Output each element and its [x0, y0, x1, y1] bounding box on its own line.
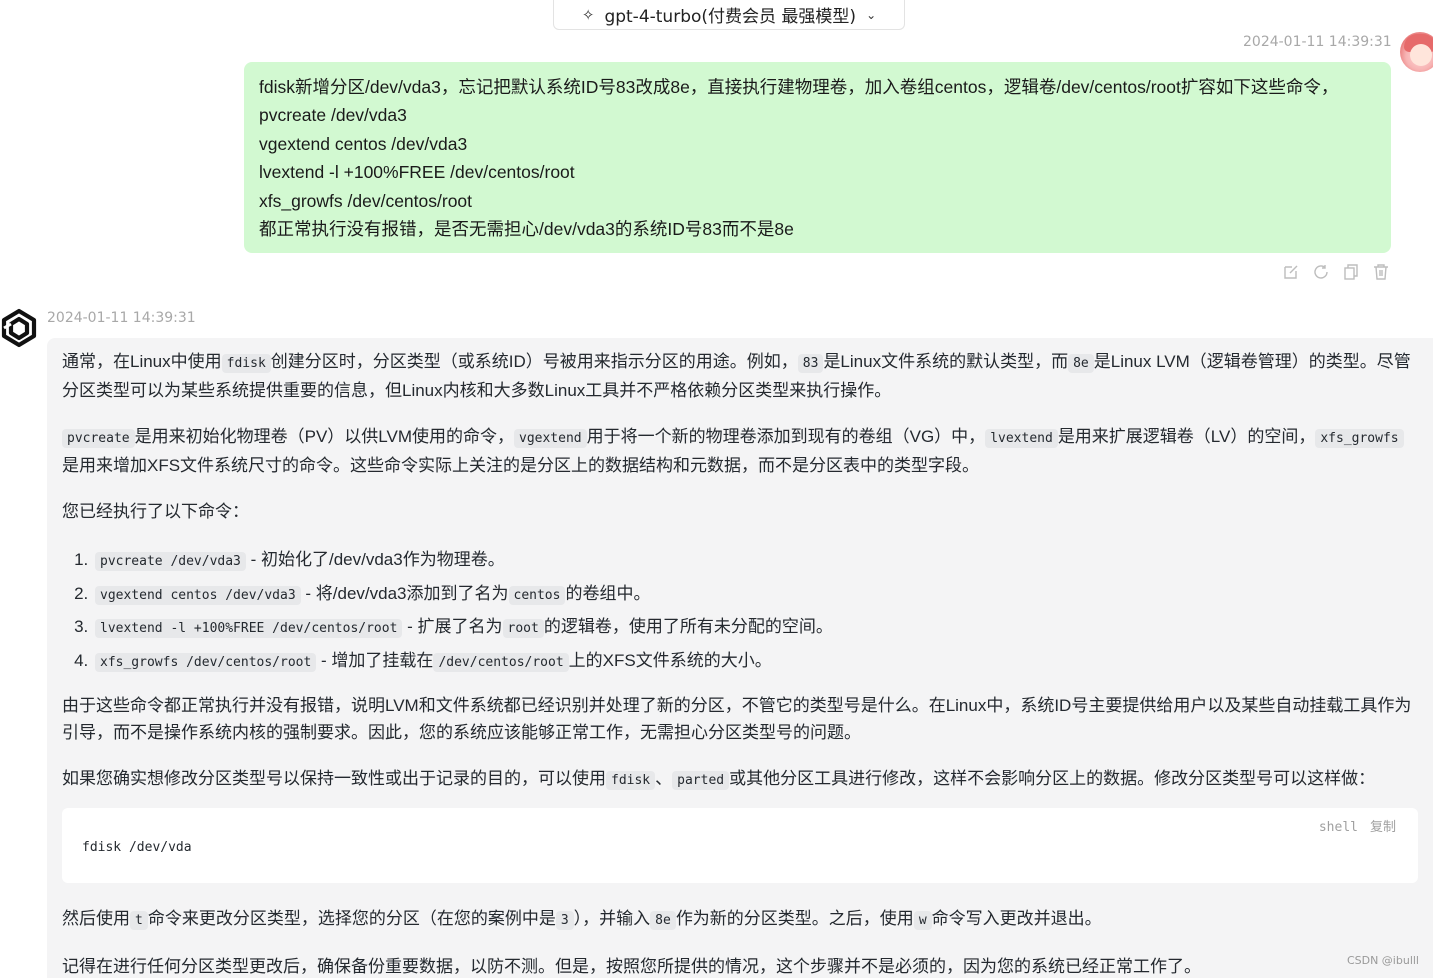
- inline-code: vgextend: [514, 429, 587, 448]
- copy-icon[interactable]: [1342, 263, 1360, 281]
- text: 作为新的分区类型。之后，使用: [675, 909, 914, 928]
- user-message-timestamp: 2024-01-11 14:39:31: [1243, 34, 1392, 50]
- inline-code: 8e: [1068, 354, 1094, 373]
- text: 通常，在Linux中使用: [62, 352, 222, 371]
- text: 命令来更改分区类型，选择您的分区（在您的案例中是: [147, 909, 556, 928]
- inline-code: 83: [797, 354, 824, 373]
- edit-icon[interactable]: [1282, 263, 1300, 281]
- model-label: gpt-4-turbo(付费会员 最强模型): [604, 7, 857, 27]
- text: 是用来初始化物理卷（PV）以供LVM使用的命令，: [134, 427, 514, 446]
- inline-code: t: [130, 911, 148, 930]
- user-message-line: 都正常执行没有报错，是否无需担心/dev/vda3的系统ID号83而不是8e: [259, 219, 794, 240]
- inline-code: 3: [555, 911, 574, 930]
- code-content: fdisk /dev/vda: [82, 840, 192, 855]
- model-selector[interactable]: ✧ gpt-4-turbo(付费会员 最强模型) ⌄: [553, 0, 905, 30]
- inline-code: xfs_growfs: [1315, 429, 1404, 448]
- text: - 将/dev/vda3添加到了名为: [300, 583, 509, 603]
- text: 然后使用: [62, 909, 130, 928]
- paragraph: 然后使用 t 命令来更改分区类型，选择您的分区（在您的案例中是 3 ），并输入 8e 作为新…: [62, 905, 1418, 934]
- text: 创建分区时，分区类型（或系统ID）号被用来指示分区的用途。例如，: [270, 352, 798, 371]
- text: 是用来扩展逻辑卷（LV）的空间，: [1057, 427, 1316, 446]
- refresh-icon[interactable]: [1312, 263, 1330, 281]
- text: 是用来增加XFS文件系统尺寸的命令。这些命令实际上关注的是分区上的数据结构和元数…: [62, 456, 980, 475]
- text: 命令写入更改并退出。: [931, 909, 1102, 928]
- inline-code: fdisk: [606, 771, 656, 790]
- assistant-message-timestamp: 2024-01-11 14:39:31: [47, 310, 196, 326]
- copy-code-button[interactable]: 复制: [1370, 819, 1396, 834]
- inline-code: fdisk: [221, 354, 271, 373]
- text: 用于将一个新的物理卷添加到现有的卷组（VG）中，: [586, 427, 986, 446]
- user-message-line: lvextend -l +100%FREE /dev/centos/root: [259, 162, 575, 183]
- text: 的逻辑卷，使用了所有未分配的空间。: [543, 617, 833, 636]
- text: - 增加了挂载在: [316, 650, 434, 670]
- list-item: pvcreate /dev/vda3 - 初始化了/dev/vda3作为物理卷。: [93, 544, 1418, 578]
- text: 、: [655, 769, 673, 788]
- delete-icon[interactable]: [1372, 263, 1390, 281]
- inline-code: pvcreate: [62, 429, 135, 448]
- list-item: xfs_growfs /dev/centos/root - 增加了挂载在/dev…: [93, 645, 1418, 679]
- user-message-line: vgextend centos /dev/vda3: [259, 133, 468, 154]
- code-block: shell 复制 fdisk /dev/vda: [62, 808, 1418, 883]
- watermark: CSDN @ibulll: [1346, 954, 1419, 967]
- paragraph: 由于这些命令都正常执行并没有报错，说明LVM和文件系统都已经识别并处理了新的分区…: [62, 696, 1412, 742]
- inline-code: lvextend: [985, 429, 1058, 448]
- inline-code: pvcreate /dev/vda3: [95, 552, 246, 571]
- list-item: lvextend -l +100%FREE /dev/centos/root -…: [93, 611, 1418, 645]
- chevron-down-icon: ⌄: [866, 7, 877, 22]
- paragraph: 您已经执行了以下命令：: [62, 502, 249, 521]
- command-list: pvcreate /dev/vda3 - 初始化了/dev/vda3作为物理卷。…: [62, 544, 1418, 678]
- code-block-toolbar: shell 复制: [1319, 816, 1396, 835]
- assistant-message-card: 通常，在Linux中使用 fdisk 创建分区时，分区类型（或系统ID）号被用来指示…: [47, 338, 1433, 978]
- text: - 扩展了名为: [402, 617, 503, 636]
- user-avatar: [1400, 32, 1433, 72]
- inline-code: xfs_growfs /dev/centos/root: [95, 652, 317, 672]
- inline-code: root: [502, 619, 544, 638]
- inline-code: w: [913, 911, 932, 930]
- list-item: vgextend centos /dev/vda3 - 将/dev/vda3添加…: [93, 578, 1418, 612]
- assistant-avatar: [0, 308, 38, 348]
- inline-code: lvextend -l +100%FREE /dev/centos/root: [95, 619, 403, 638]
- text: 上的XFS文件系统的大小。: [568, 650, 772, 670]
- paragraph: 记得在进行任何分区类型更改后，确保备份重要数据，以防不测。但是，按照您所提供的情…: [62, 957, 1201, 976]
- message-actions: [1282, 263, 1390, 281]
- user-message-line: fdisk新增分区/dev/vda3，忘记把默认系统ID号83改成8e，直接执行…: [259, 77, 1339, 97]
- text: 或其他分区工具进行修改，这样不会影响分区上的数据。修改分区类型号可以这样做：: [729, 769, 1376, 788]
- text: 如果您确实想修改分区类型号以保持一致性或出于记录的目的，可以使用: [62, 769, 606, 788]
- text: - 初始化了/dev/vda3作为物理卷。: [245, 550, 505, 569]
- paragraph: pvcreate 是用来初始化物理卷（PV）以供LVM使用的命令， vgextend…: [62, 423, 1418, 479]
- inline-code: /dev/centos/root: [433, 652, 569, 672]
- code-language-label: shell: [1318, 820, 1358, 835]
- text: 的卷组中。: [565, 583, 651, 603]
- user-message-bubble: fdisk新增分区/dev/vda3，忘记把默认系统ID号83改成8e，直接执行…: [244, 62, 1391, 253]
- inline-code: centos: [508, 585, 566, 605]
- text: ），并输入: [573, 909, 651, 928]
- paragraph: 通常，在Linux中使用 fdisk 创建分区时，分区类型（或系统ID）号被用来指示…: [62, 348, 1418, 404]
- inline-code: 8e: [650, 911, 676, 930]
- inline-code: parted: [672, 771, 730, 790]
- paragraph: 如果您确实想修改分区类型号以保持一致性或出于记录的目的，可以使用 fdisk、 pa…: [62, 765, 1418, 794]
- text: 是Linux文件系统的默认类型，而: [823, 352, 1069, 371]
- inline-code: vgextend centos /dev/vda3: [95, 585, 301, 605]
- user-message-line: pvcreate /dev/vda3: [259, 105, 407, 126]
- sparkle-icon: ✧: [581, 5, 595, 24]
- user-message-line: xfs_growfs /dev/centos/root: [259, 190, 473, 211]
